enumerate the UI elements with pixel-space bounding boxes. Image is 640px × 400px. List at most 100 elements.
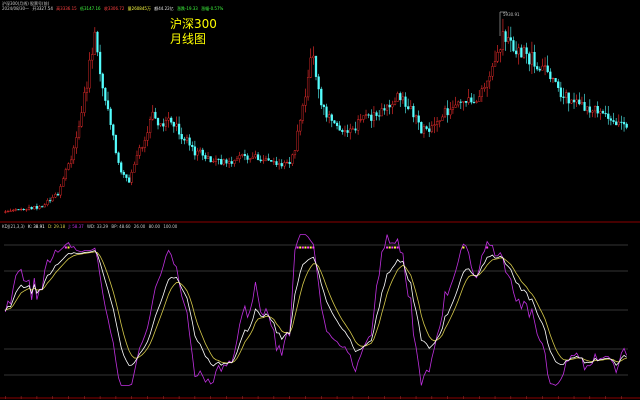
candle-body — [383, 108, 386, 111]
candle-body — [493, 61, 497, 67]
candle-body — [538, 68, 541, 71]
candle-body — [70, 159, 73, 164]
candle-body — [541, 65, 544, 71]
candle-body — [467, 97, 470, 103]
candle-body — [530, 51, 534, 65]
candle-body — [349, 128, 352, 133]
candle-body — [30, 207, 33, 210]
candle-body — [22, 208, 25, 211]
candle-body — [43, 204, 46, 208]
candle-body — [546, 65, 549, 73]
candle-body — [380, 108, 383, 117]
candle-body — [575, 99, 578, 103]
candle-body — [385, 104, 389, 111]
candle-body — [314, 55, 318, 77]
candle-body — [430, 125, 433, 132]
candle-body — [175, 123, 178, 127]
candle-body — [330, 114, 333, 121]
candle-body — [264, 158, 268, 161]
candle-body — [227, 161, 231, 164]
d-line — [5, 251, 627, 364]
candle-body — [496, 51, 499, 62]
candle-body — [67, 163, 70, 170]
candle-body — [275, 161, 278, 166]
candle-body — [367, 114, 370, 116]
candle-body — [98, 51, 102, 75]
candle-body — [522, 47, 526, 58]
indicator-level-2: 80.00 — [148, 224, 161, 229]
candle-body — [241, 154, 244, 156]
candle-body — [412, 106, 415, 118]
signal-dot — [386, 246, 389, 249]
candle-body — [320, 88, 323, 106]
candle-body — [212, 160, 215, 163]
signal-dot — [301, 246, 304, 249]
candle-body — [304, 96, 307, 106]
candle-body — [293, 150, 297, 156]
candle-body — [615, 121, 618, 126]
candle-body — [235, 158, 239, 161]
header-low: 低3147.16 — [80, 6, 101, 11]
candle-body — [433, 124, 436, 126]
candle-body — [41, 206, 44, 208]
candle-body — [486, 80, 489, 88]
candle-body — [72, 147, 75, 161]
candle-body — [425, 126, 428, 129]
candle-body — [601, 111, 605, 114]
candle-body — [25, 209, 28, 211]
candle-body — [357, 119, 360, 131]
candle-body — [543, 65, 547, 67]
candle-body — [270, 160, 273, 162]
candle-body — [196, 150, 199, 156]
candle-body — [462, 101, 465, 103]
candle-body — [146, 132, 149, 141]
candle-body — [588, 106, 591, 113]
candle-body — [393, 101, 397, 105]
candle-body — [14, 209, 17, 211]
candle-body — [83, 92, 86, 113]
candle-body — [475, 101, 478, 103]
candle-body — [533, 51, 536, 67]
candle-body — [54, 193, 57, 198]
candle-body — [204, 155, 207, 159]
candle-body — [180, 134, 183, 140]
candle-body — [509, 37, 512, 41]
candle-body — [125, 174, 128, 178]
candle-body — [549, 71, 552, 80]
candle-body — [451, 107, 455, 110]
candle-body — [491, 66, 494, 77]
peak-label: 5930.91 — [503, 12, 520, 17]
header-change: 涨跌-19.33 — [176, 6, 198, 11]
candle-body — [272, 161, 275, 163]
candle-body — [507, 37, 510, 42]
candle-body — [617, 121, 620, 126]
candle-body — [122, 171, 125, 175]
signal-dot — [462, 246, 465, 249]
candle-body — [583, 102, 586, 111]
candle-body — [159, 123, 162, 126]
signal-dot — [299, 246, 302, 249]
candle-body — [278, 163, 281, 166]
candle-body — [362, 115, 365, 120]
candle-body — [446, 108, 449, 116]
candle-body — [309, 57, 312, 78]
candle-body — [56, 193, 60, 196]
candle-body — [259, 159, 262, 162]
header-change-pct: 涨幅-0.57% — [201, 6, 224, 11]
candle-body — [220, 159, 223, 165]
candle-body — [217, 158, 220, 160]
candle-body — [85, 87, 89, 93]
candle-body — [596, 105, 599, 114]
candle-body — [428, 128, 431, 132]
candle-body — [478, 96, 481, 102]
candle-body — [206, 156, 210, 159]
candle-body — [96, 31, 99, 53]
candle-body — [246, 155, 249, 160]
indicator-name: KDJ(21,3,3) — [2, 224, 25, 229]
signal-dot — [486, 246, 489, 249]
candle-body — [375, 112, 378, 116]
chart-title-line-2: 月线图 — [170, 32, 207, 46]
candle-body — [501, 31, 505, 50]
candle-body — [64, 169, 67, 179]
candle-body — [401, 96, 405, 101]
